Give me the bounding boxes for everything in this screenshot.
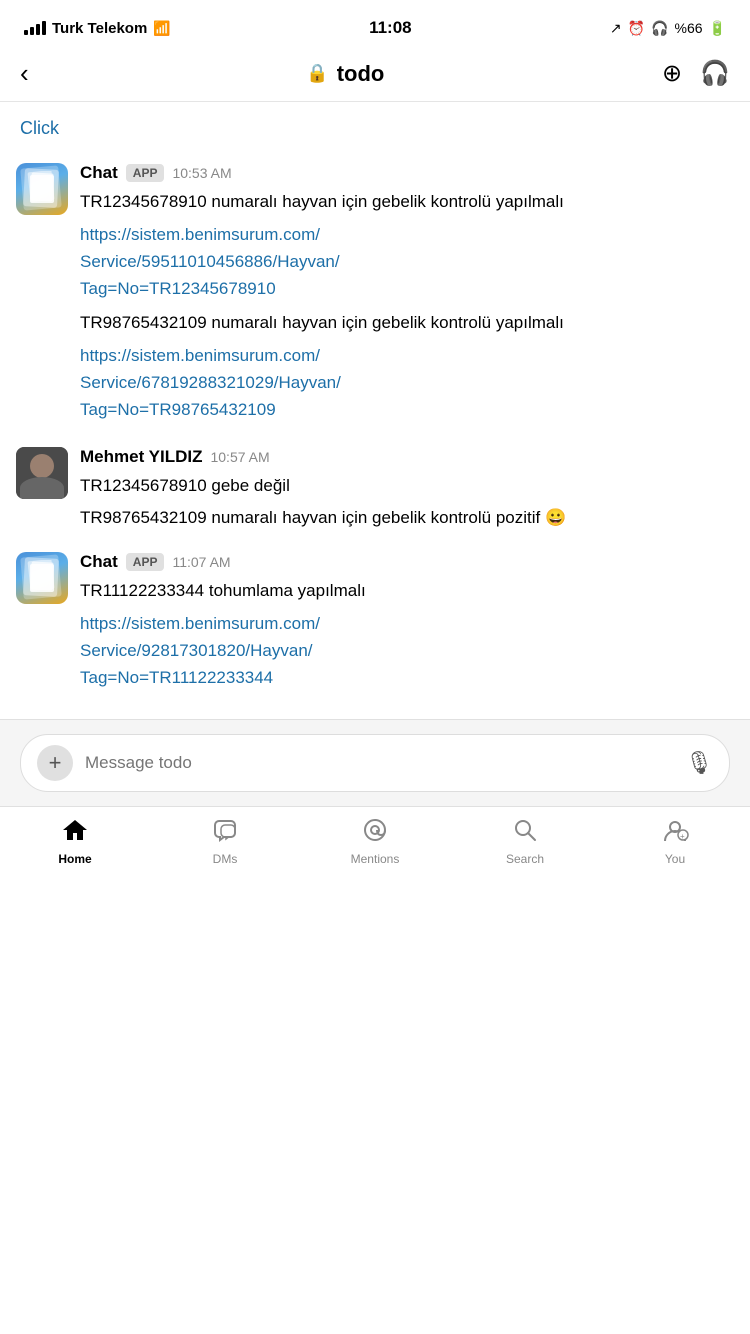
nav-bar: ‹ 🔒 todo ⊕ 🎧	[0, 50, 750, 102]
sender-name-2: Mehmet YILDIZ	[80, 447, 202, 467]
avatar-chat-app-3	[16, 552, 68, 604]
message-content-1: Chat APP 10:53 AM TR12345678910 numaralı…	[80, 163, 734, 431]
message-header-3: Chat APP 11:07 AM	[80, 552, 734, 572]
timestamp-1: 10:53 AM	[172, 165, 231, 181]
back-button[interactable]: ‹	[20, 58, 29, 89]
message-text-1a: TR12345678910 numaralı hayvan için gebel…	[80, 189, 734, 215]
battery-level: %66	[675, 20, 703, 36]
message-group: Chat APP 10:53 AM TR12345678910 numaralı…	[0, 155, 750, 439]
nav-label-home: Home	[58, 852, 91, 866]
status-right: ↗ ⏰ 🎧 %66 🔋	[610, 20, 726, 37]
input-inner: + 🎙	[20, 734, 730, 792]
message-group-2: Mehmet YILDIZ 10:57 AM TR12345678910 geb…	[0, 439, 750, 544]
battery-icon: 🔋	[709, 20, 726, 37]
message-text-1b: TR98765432109 numaralı hayvan için gebel…	[80, 310, 734, 336]
message-input[interactable]	[85, 753, 673, 773]
carrier-name: Turk Telekom	[52, 20, 147, 37]
channel-name: todo	[337, 61, 385, 87]
sender-name-1: Chat	[80, 163, 118, 183]
dms-icon	[211, 817, 239, 848]
you-icon: +	[661, 817, 689, 848]
click-link-container: Click	[0, 114, 750, 155]
app-badge-1: APP	[126, 164, 165, 182]
message-content-3: Chat APP 11:07 AM TR11122233344 tohumlam…	[80, 552, 734, 699]
signal-bars	[24, 21, 46, 35]
location-icon: ↗	[610, 20, 622, 37]
alarm-icon: ⏰	[628, 20, 645, 37]
mentions-icon	[361, 817, 389, 848]
message-link-1b[interactable]: https://sistem.benimsurum.com/Service/67…	[80, 342, 734, 424]
lock-icon: 🔒	[306, 63, 328, 84]
nav-label-mentions: Mentions	[351, 852, 400, 866]
nav-item-mentions[interactable]: Mentions	[300, 817, 450, 866]
svg-text:+: +	[680, 832, 685, 841]
message-text-2b: TR98765432109 numaralı hayvan için gebel…	[80, 505, 734, 531]
add-attachment-button[interactable]: +	[37, 745, 73, 781]
home-icon	[61, 817, 89, 848]
message-text-3a: TR11122233344 tohumlama yapılmalı	[80, 578, 734, 604]
nav-label-search: Search	[506, 852, 544, 866]
nav-label-you: You	[665, 852, 685, 866]
message-header-2: Mehmet YILDIZ 10:57 AM	[80, 447, 734, 467]
input-bar: + 🎙	[0, 719, 750, 806]
nav-item-you[interactable]: + You	[600, 817, 750, 866]
nav-actions: ⊕ 🎧	[662, 59, 730, 88]
channel-title: 🔒 todo	[306, 61, 384, 87]
chat-area: Click Chat APP 10:53 AM TR12345678910 nu…	[0, 102, 750, 719]
bottom-nav: Home DMs Mentions Search	[0, 806, 750, 886]
status-time: 11:08	[369, 18, 412, 38]
headphone-nav-icon[interactable]: 🎧	[700, 59, 730, 88]
timestamp-2: 10:57 AM	[210, 449, 269, 465]
nav-item-dms[interactable]: DMs	[150, 817, 300, 866]
timestamp-3: 11:07 AM	[172, 554, 230, 570]
wifi-icon: 📶	[153, 20, 170, 37]
avatar-chat-app-1	[16, 163, 68, 215]
message-group-3: Chat APP 11:07 AM TR11122233344 tohumlam…	[0, 544, 750, 707]
message-content-2: Mehmet YILDIZ 10:57 AM TR12345678910 geb…	[80, 447, 734, 536]
message-header-1: Chat APP 10:53 AM	[80, 163, 734, 183]
nav-item-home[interactable]: Home	[0, 817, 150, 866]
message-link-3a[interactable]: https://sistem.benimsurum.com/Service/92…	[80, 610, 734, 692]
avatar-person	[16, 447, 68, 499]
search-icon	[511, 817, 539, 848]
click-link[interactable]: Click	[20, 118, 59, 138]
status-bar: Turk Telekom 📶 11:08 ↗ ⏰ 🎧 %66 🔋	[0, 0, 750, 50]
nav-item-search[interactable]: Search	[450, 817, 600, 866]
status-left: Turk Telekom 📶	[24, 20, 171, 37]
microphone-icon[interactable]: 🎙	[685, 750, 713, 776]
app-badge-3: APP	[126, 553, 165, 571]
nav-label-dms: DMs	[213, 852, 238, 866]
message-link-1a[interactable]: https://sistem.benimsurum.com/Service/59…	[80, 221, 734, 303]
headphone-icon: 🎧	[651, 20, 668, 37]
message-text-2a: TR12345678910 gebe değil	[80, 473, 734, 499]
new-message-icon[interactable]: ⊕	[662, 59, 682, 88]
sender-name-3: Chat	[80, 552, 118, 572]
